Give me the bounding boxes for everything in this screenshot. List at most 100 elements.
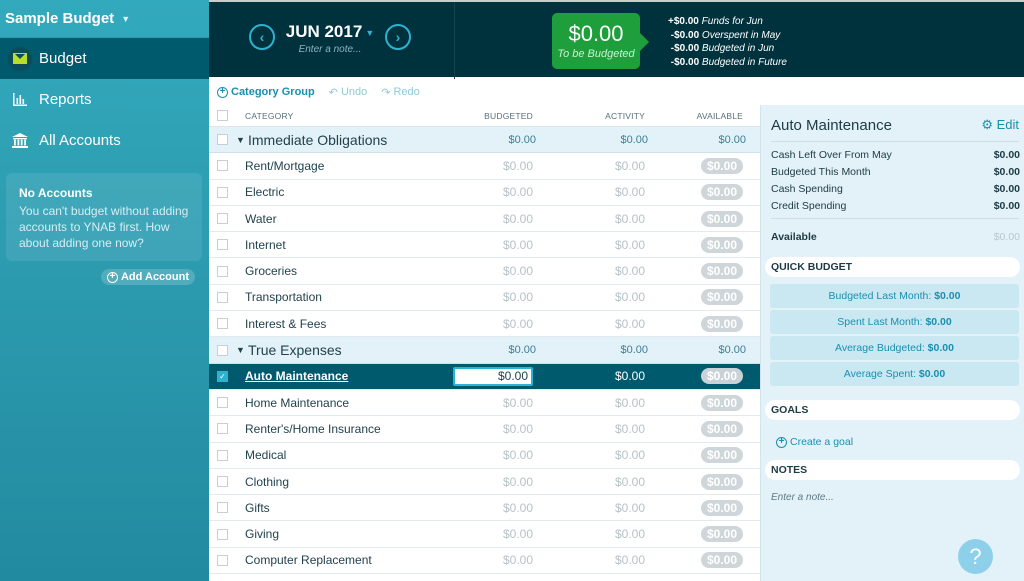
collapse-triangle-icon[interactable]: ▼ [236,345,248,355]
quick-budget-average-budgeted[interactable]: Average Budgeted: $0.00 [770,336,1019,360]
budgeted-cell[interactable]: $0.00 [453,553,533,567]
category-row[interactable]: Rent/Mortgage $0.00 $0.00 $0.00 [209,153,760,180]
month-note-input[interactable]: Enter a note... [275,44,385,55]
available-pill[interactable]: $0.00 [700,394,743,411]
budgeted-cell[interactable]: $0.00 [453,185,533,199]
category-checkbox[interactable] [217,265,228,277]
category-name[interactable]: Home Maintenance [236,396,453,410]
category-row[interactable]: Interest & Fees $0.00 $0.00 $0.00 [209,311,760,338]
available-pill[interactable]: $0.00 [700,499,743,516]
help-button[interactable]: ? [958,539,993,574]
category-checkbox[interactable]: ✓ [217,370,228,382]
previous-month-button[interactable]: ‹ [249,24,275,50]
activity-cell[interactable]: $0.00 [533,422,645,436]
select-all-checkbox[interactable] [217,110,228,121]
redo-button[interactable]: ↷ Redo [381,86,420,99]
budgeted-cell[interactable]: $0.00 [453,317,533,331]
category-checkbox[interactable] [217,213,228,225]
category-row[interactable]: Home Maintenance $0.00 $0.00 $0.00 [209,390,760,417]
quick-budget-budgeted-last-month[interactable]: Budgeted Last Month: $0.00 [770,284,1019,308]
available-pill[interactable]: $0.00 [700,526,743,543]
available-pill[interactable]: $0.00 [700,184,743,201]
category-checkbox[interactable] [217,449,228,461]
category-checkbox[interactable] [217,397,228,409]
available-pill[interactable]: $0.00 [700,210,743,227]
category-name[interactable]: Water [236,212,453,226]
category-checkbox[interactable] [217,528,228,540]
category-row[interactable]: Renter's/Home Insurance $0.00 $0.00 $0.00 [209,416,760,443]
available-pill[interactable]: $0.00 [700,157,743,174]
available-pill[interactable]: $0.00 [700,420,743,437]
available-pill[interactable]: $0.00 [700,236,743,253]
budgeted-cell[interactable]: $0.00 [453,422,533,436]
category-row[interactable]: Internet $0.00 $0.00 $0.00 [209,232,760,259]
month-picker[interactable]: JUN 2017 ▼ [275,22,385,42]
category-row[interactable]: Water $0.00 $0.00 $0.00 [209,206,760,233]
activity-cell[interactable]: $0.00 [533,159,645,173]
sidebar-item-reports[interactable]: Reports [0,79,209,120]
category-name[interactable]: Auto Maintenance [236,369,453,383]
create-goal-button[interactable]: + Create a goal [776,436,1024,448]
category-checkbox[interactable] [217,318,228,330]
quick-budget-spent-last-month[interactable]: Spent Last Month: $0.00 [770,310,1019,334]
activity-cell[interactable]: $0.00 [533,264,645,278]
budgeted-cell[interactable]: $0.00 [453,159,533,173]
budget-switcher[interactable]: Sample Budget ▼ [0,0,209,38]
category-checkbox[interactable] [217,239,228,251]
category-name[interactable]: Interest & Fees [236,317,453,331]
undo-button[interactable]: ↶ Undo [329,86,368,99]
category-checkbox[interactable] [217,186,228,198]
available-pill[interactable]: $0.00 [700,289,743,306]
category-name[interactable]: Rent/Mortgage [236,159,453,173]
quick-budget-average-spent[interactable]: Average Spent: $0.00 [770,362,1019,386]
available-pill[interactable]: $0.00 [700,263,743,280]
activity-cell[interactable]: $0.00 [533,396,645,410]
sidebar-item-all-accounts[interactable]: All Accounts [0,120,209,161]
add-category-group-button[interactable]: + Category Group [217,86,315,98]
activity-cell[interactable]: $0.00 [533,448,645,462]
category-name[interactable]: Computer Replacement [236,553,453,567]
category-checkbox[interactable] [217,160,228,172]
category-name[interactable]: Groceries [236,264,453,278]
available-pill[interactable]: $0.00 [700,447,743,464]
category-group-row[interactable]: ▼ Immediate Obligations $0.00 $0.00 $0.00 [209,127,760,154]
budgeted-cell[interactable]: $0.00 [453,527,533,541]
activity-cell[interactable]: $0.00 [533,185,645,199]
available-pill[interactable]: $0.00 [700,315,743,332]
category-name[interactable]: Clothing [236,475,453,489]
available-pill[interactable]: $0.00 [700,473,743,490]
budgeted-cell[interactable]: $0.00 [453,475,533,489]
category-checkbox[interactable] [217,554,228,566]
available-pill[interactable]: $0.00 [700,368,743,385]
activity-cell[interactable]: $0.00 [533,369,645,383]
activity-cell[interactable]: $0.00 [533,290,645,304]
category-name[interactable]: Renter's/Home Insurance [236,422,453,436]
category-row[interactable]: Clothing $0.00 $0.00 $0.00 [209,469,760,496]
edit-category-button[interactable]: ⚙ Edit [981,117,1019,133]
add-account-button[interactable]: + Add Account [100,269,195,285]
category-note-input[interactable]: Enter a note... [771,492,1024,503]
budgeted-cell[interactable]: $0.00 [453,396,533,410]
category-row[interactable]: Transportation $0.00 $0.00 $0.00 [209,285,760,312]
collapse-triangle-icon[interactable]: ▼ [236,135,248,145]
category-name[interactable]: Transportation [236,290,453,304]
budgeted-cell[interactable]: $0.00 [453,290,533,304]
category-row[interactable]: Giving $0.00 $0.00 $0.00 [209,521,760,548]
category-row[interactable]: Medical $0.00 $0.00 $0.00 [209,443,760,469]
group-checkbox[interactable] [217,344,228,356]
category-name[interactable]: Medical [236,448,453,462]
category-checkbox[interactable] [217,476,228,487]
budgeted-cell[interactable]: $0.00 [453,238,533,252]
activity-cell[interactable]: $0.00 [533,553,645,567]
budgeted-cell[interactable]: $0.00 [453,264,533,278]
activity-cell[interactable]: $0.00 [533,501,645,515]
activity-cell[interactable]: $0.00 [533,212,645,226]
category-checkbox[interactable] [217,423,228,435]
category-name[interactable]: Gifts [236,501,453,515]
budgeted-cell[interactable]: $0.00 [453,448,533,462]
category-name[interactable]: Internet [236,238,453,252]
category-row[interactable]: ✓ Auto Maintenance $0.00 $0.00 $0.00 [209,363,760,390]
available-pill[interactable]: $0.00 [700,552,743,569]
activity-cell[interactable]: $0.00 [533,475,645,489]
category-checkbox[interactable] [217,291,228,303]
